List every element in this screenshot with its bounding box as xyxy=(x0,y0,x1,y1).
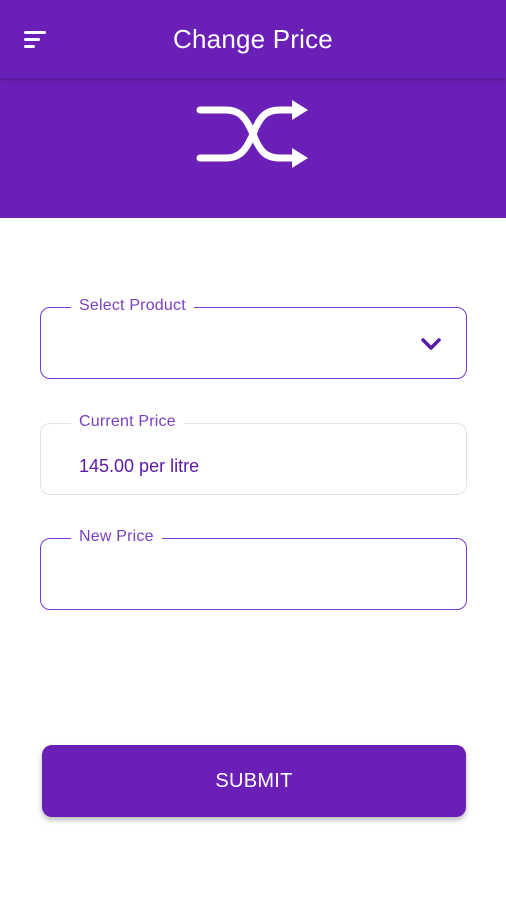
new-price-input[interactable] xyxy=(77,563,446,599)
hero-banner xyxy=(0,78,506,218)
current-price-label: Current Price xyxy=(71,413,184,431)
select-product-label: Select Product xyxy=(71,297,194,315)
submit-button[interactable]: SUBMIT xyxy=(42,745,466,817)
new-price-label: New Price xyxy=(71,528,162,546)
shuffle-icon xyxy=(196,100,308,168)
select-product-dropdown[interactable]: Select Product xyxy=(40,297,467,379)
app-bar: Change Price xyxy=(0,0,506,78)
new-price-field[interactable]: New Price xyxy=(40,528,467,610)
current-price-value: 145.00 per litre xyxy=(79,456,200,476)
current-price-field: Current Price 145.00 per litre xyxy=(40,413,467,495)
chevron-down-icon[interactable] xyxy=(420,336,442,352)
page-title: Change Price xyxy=(173,24,333,54)
